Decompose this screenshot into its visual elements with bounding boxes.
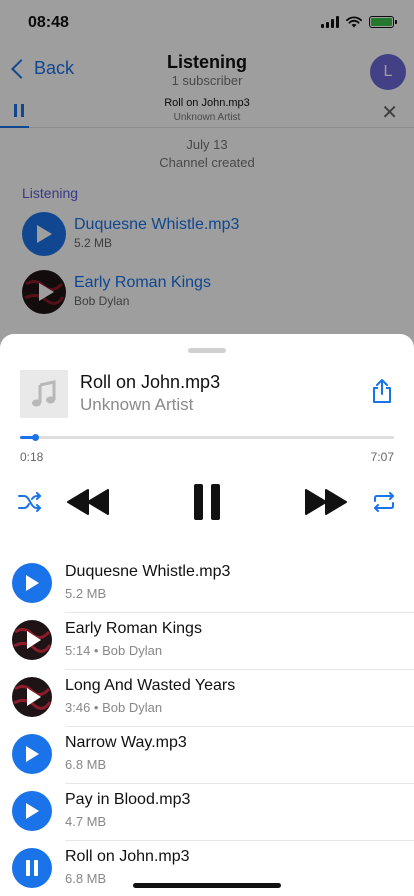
shuffle-icon[interactable] [18, 492, 42, 512]
fast-forward-icon[interactable] [304, 488, 348, 516]
sheet-grabber[interactable] [188, 348, 226, 353]
playlist-row[interactable]: Early Roman Kings 5:14 • Bob Dylan [0, 613, 414, 670]
progress-knob[interactable] [32, 434, 39, 441]
track-title: Pay in Blood.mp3 [65, 791, 191, 808]
playlist-row[interactable]: Pay in Blood.mp3 4.7 MB [0, 784, 414, 841]
total-duration: 7:07 [370, 450, 394, 464]
music-note-icon [20, 370, 68, 418]
playlist-row[interactable]: Narrow Way.mp3 6.8 MB [0, 727, 414, 784]
play-icon[interactable] [12, 563, 52, 603]
track-title: Duquesne Whistle.mp3 [65, 563, 231, 580]
repeat-icon[interactable] [372, 492, 396, 512]
track-title: Narrow Way.mp3 [65, 734, 187, 751]
track-title: Long And Wasted Years [65, 677, 236, 694]
player-sheet: Roll on John.mp3 Unknown Artist 0:18 7:0… [0, 334, 414, 896]
track-subtitle: 3:46 • Bob Dylan [65, 700, 163, 715]
playlist-row[interactable]: Long And Wasted Years 3:46 • Bob Dylan [0, 670, 414, 727]
pause-icon[interactable] [12, 848, 52, 888]
rewind-icon[interactable] [66, 488, 110, 516]
playlist-row[interactable]: Duquesne Whistle.mp3 5.2 MB [0, 556, 414, 613]
play-icon[interactable] [12, 734, 52, 774]
play-icon[interactable] [12, 791, 52, 831]
pause-icon[interactable] [192, 482, 222, 522]
track-subtitle: 5.2 MB [65, 586, 107, 601]
progress-slider[interactable] [20, 434, 394, 441]
track-subtitle: 4.7 MB [65, 814, 107, 829]
elapsed-time: 0:18 [20, 450, 44, 464]
share-icon[interactable] [370, 378, 394, 404]
now-playing-artist: Unknown Artist [80, 395, 194, 414]
track-subtitle: 6.8 MB [65, 757, 107, 772]
album-art-icon[interactable] [12, 677, 52, 717]
track-subtitle: 6.8 MB [65, 871, 107, 886]
track-title: Roll on John.mp3 [65, 848, 190, 865]
album-art-icon[interactable] [12, 620, 52, 660]
home-indicator [133, 883, 281, 888]
track-subtitle: 5:14 • Bob Dylan [65, 643, 163, 658]
track-title: Early Roman Kings [65, 620, 202, 637]
now-playing-title: Roll on John.mp3 [80, 372, 221, 392]
